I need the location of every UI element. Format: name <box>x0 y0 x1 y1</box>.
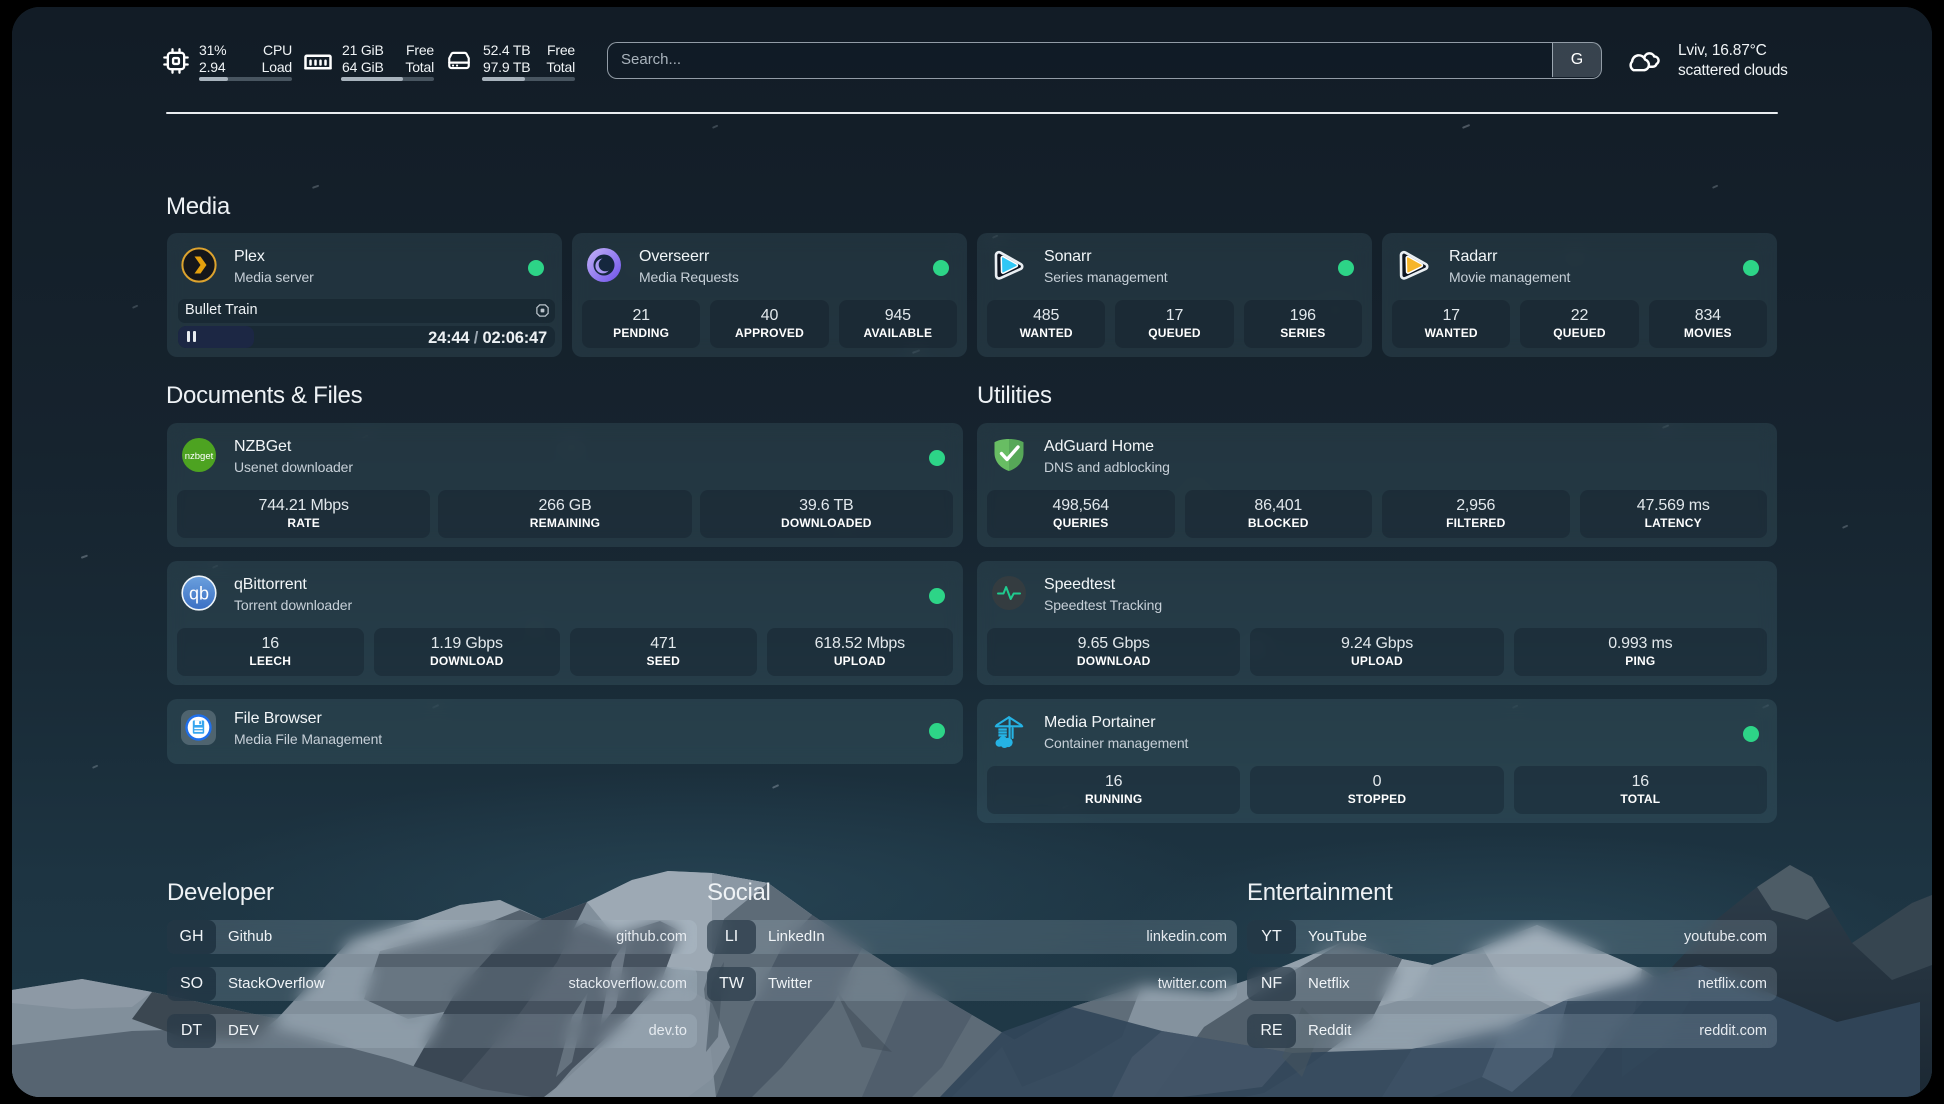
svg-text:qb: qb <box>189 583 209 603</box>
svg-text:nzbget: nzbget <box>185 451 214 462</box>
